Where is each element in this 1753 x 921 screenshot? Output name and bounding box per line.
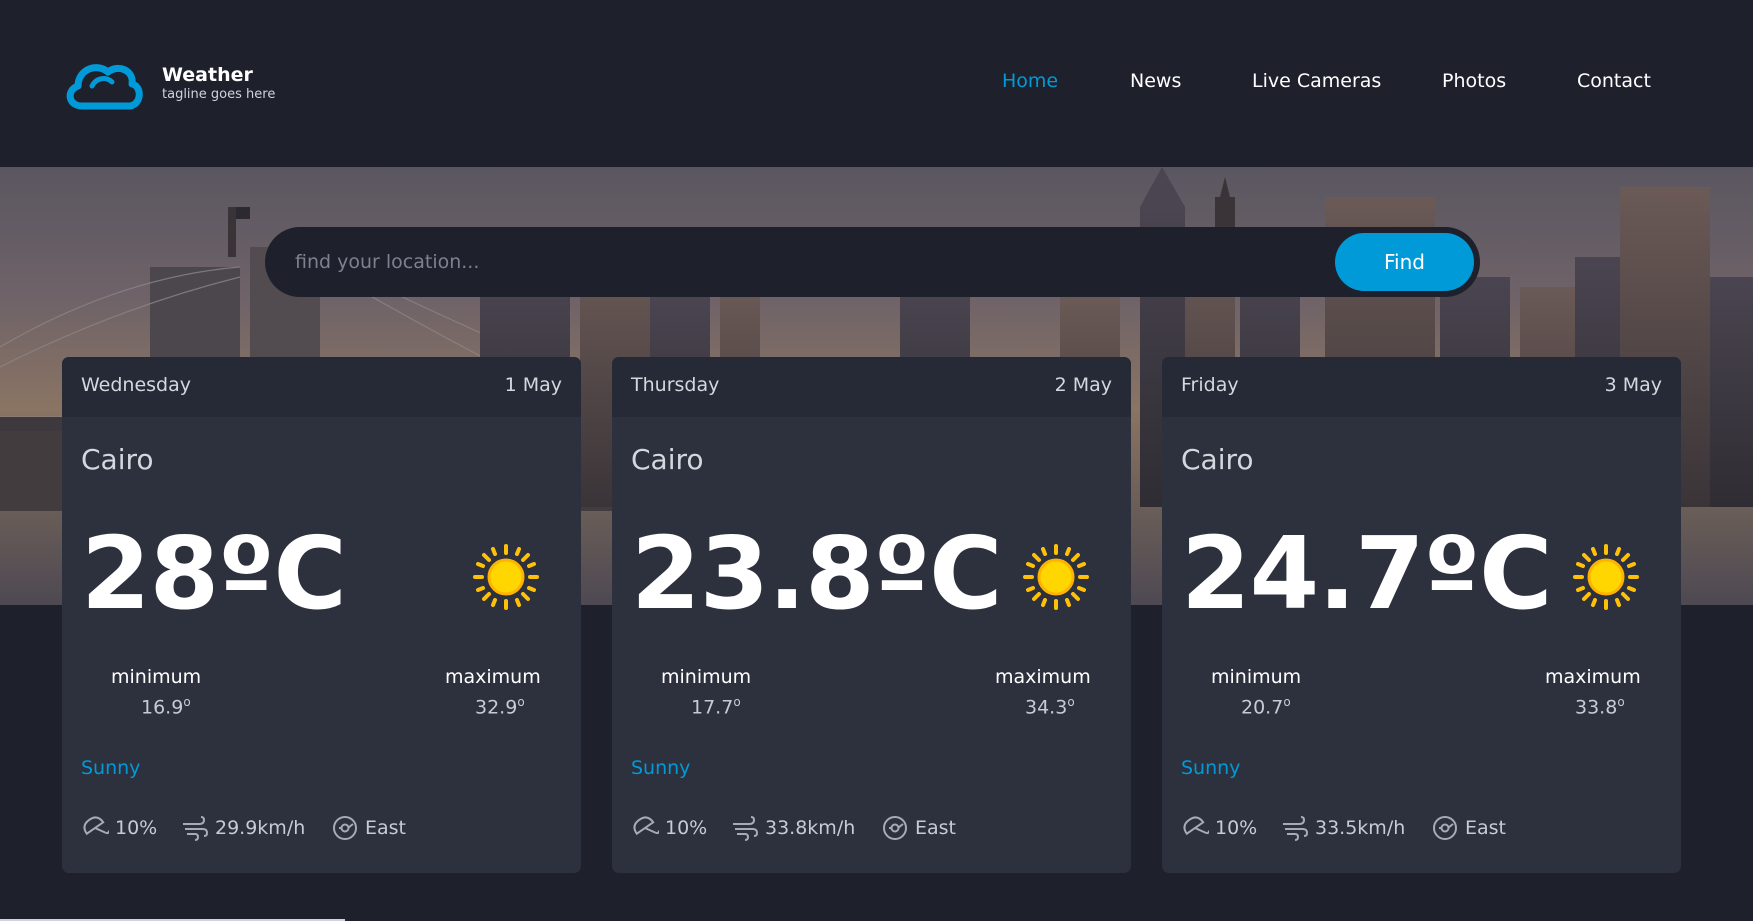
main-nav: Home News Live Cameras Photos Contact — [0, 70, 1753, 100]
sun-icon — [473, 544, 539, 610]
condition-label: Sunny — [1181, 757, 1241, 779]
nav-item-home[interactable]: Home — [1002, 70, 1058, 92]
nav-item-photos[interactable]: Photos — [1442, 70, 1506, 92]
day-label: Friday — [1181, 374, 1239, 396]
card-header: Wednesday 1 May — [62, 357, 581, 417]
compass-icon — [1433, 816, 1457, 840]
max-label: maximum — [1545, 666, 1641, 688]
umbrella-icon — [83, 816, 109, 836]
search-input[interactable] — [295, 227, 1295, 297]
forecast-card: Friday 3 May Cairo 24.7ºC minimum 20.7o … — [1162, 357, 1681, 873]
max-value: 34.3o — [1025, 695, 1075, 719]
umbrella-icon — [1183, 816, 1209, 836]
weather-stats: 10% 33.8km/h East — [631, 814, 1111, 844]
min-label: minimum — [111, 666, 202, 688]
sun-icon — [1573, 544, 1639, 610]
city-name: Cairo — [1181, 443, 1254, 476]
date-label: 1 May — [504, 374, 562, 396]
temperature: 24.7ºC — [1181, 515, 1553, 632]
umbrella-icon — [633, 816, 659, 836]
wind-stat: 33.8km/h — [731, 814, 855, 842]
degree-symbol: o — [1067, 695, 1075, 709]
sun-icon — [1023, 544, 1089, 610]
direction-stat: East — [881, 814, 956, 842]
date-label: 2 May — [1054, 374, 1112, 396]
direction-stat: East — [331, 814, 406, 842]
min-value: 17.7o — [691, 695, 741, 719]
wind-icon — [1283, 816, 1309, 841]
wind-icon — [733, 816, 759, 841]
degree-symbol: o — [183, 695, 191, 709]
min-label: minimum — [1211, 666, 1302, 688]
temperature: 23.8ºC — [631, 515, 1003, 632]
rain-stat: 10% — [1181, 814, 1257, 842]
find-button[interactable]: Find — [1335, 233, 1474, 291]
max-value: 32.9o — [475, 695, 525, 719]
city-name: Cairo — [81, 443, 154, 476]
search-bar: Find — [265, 227, 1480, 297]
weather-stats: 10% 29.9km/h East — [81, 814, 561, 844]
wind-stat: 33.5km/h — [1281, 814, 1405, 842]
min-value: 16.9o — [141, 695, 191, 719]
nav-item-live-cameras[interactable]: Live Cameras — [1252, 70, 1381, 92]
site-header: Weather tagline goes here Home News Live… — [0, 0, 1753, 167]
degree-symbol: o — [1283, 695, 1291, 709]
forecast-card: Wednesday 1 May Cairo 28ºC minimum 16.9o… — [62, 357, 581, 873]
nav-item-contact[interactable]: Contact — [1577, 70, 1651, 92]
compass-icon — [883, 816, 907, 840]
card-header: Thursday 2 May — [612, 357, 1131, 417]
city-name: Cairo — [631, 443, 704, 476]
wind-icon — [183, 816, 209, 841]
degree-symbol: o — [517, 695, 525, 709]
date-label: 3 May — [1604, 374, 1662, 396]
direction-stat: East — [1431, 814, 1506, 842]
wind-stat: 29.9km/h — [181, 814, 305, 842]
max-value: 33.8o — [1575, 695, 1625, 719]
condition-label: Sunny — [81, 757, 141, 779]
min-label: minimum — [661, 666, 752, 688]
max-label: maximum — [995, 666, 1091, 688]
temperature: 28ºC — [81, 515, 347, 632]
degree-symbol: o — [733, 695, 741, 709]
max-label: maximum — [445, 666, 541, 688]
nav-item-news[interactable]: News — [1130, 70, 1181, 92]
weather-stats: 10% 33.5km/h East — [1181, 814, 1661, 844]
condition-label: Sunny — [631, 757, 691, 779]
rain-stat: 10% — [81, 814, 157, 842]
compass-icon — [333, 816, 357, 840]
day-label: Thursday — [631, 374, 720, 396]
card-header: Friday 3 May — [1162, 357, 1681, 417]
min-value: 20.7o — [1241, 695, 1291, 719]
degree-symbol: o — [1617, 695, 1625, 709]
day-label: Wednesday — [81, 374, 192, 396]
rain-stat: 10% — [631, 814, 707, 842]
forecast-card: Thursday 2 May Cairo 23.8ºC minimum 17.7… — [612, 357, 1131, 873]
